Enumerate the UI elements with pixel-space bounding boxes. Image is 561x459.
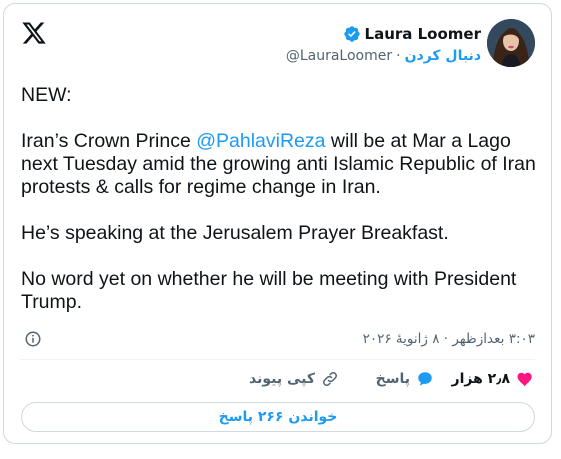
reply-button[interactable]: پاسخ <box>376 370 434 388</box>
like-count: ۲٫۸ هزار <box>451 371 510 387</box>
heart-icon <box>517 372 532 387</box>
copy-link-button[interactable]: کپی پیوند <box>249 370 339 388</box>
divider <box>20 359 535 360</box>
tweet-embed-card: Laura Loomer @LauraLoomer · دنبال کردن N… <box>3 3 552 444</box>
author-display-name[interactable]: Laura Loomer <box>365 25 481 43</box>
tweet-text-segment: Iran’s Crown Prince <box>21 130 197 152</box>
reply-label: پاسخ <box>375 371 410 387</box>
author-name-row: Laura Loomer <box>343 25 481 43</box>
tweet-line-new: NEW: <box>21 84 72 106</box>
copy-link-label: کپی پیوند <box>249 371 315 387</box>
link-icon <box>323 372 337 386</box>
info-icon[interactable] <box>24 330 42 348</box>
tweet-actions: ۲٫۸ هزار پاسخ کپی پیوند <box>4 370 551 394</box>
tweet-paragraph-main: Iran’s Crown Prince @PahlaviReza will be… <box>21 130 541 199</box>
author-handle[interactable]: @LauraLoomer <box>286 48 392 64</box>
avatar[interactable] <box>487 19 535 67</box>
mention-link[interactable]: @PahlaviReza <box>196 130 325 152</box>
handle-separator: · <box>396 48 401 64</box>
like-button[interactable]: ۲٫۸ هزار <box>452 370 534 388</box>
follow-button[interactable]: دنبال کردن <box>405 48 481 64</box>
x-logo-icon[interactable] <box>21 20 47 46</box>
tweet-timestamp[interactable]: ۳:۰۳ بعدازظهر · ۸ ژانویهٔ ۲۰۲۶ <box>363 331 535 347</box>
tweet-paragraph-breakfast: He’s speaking at the Jerusalem Prayer Br… <box>21 222 449 244</box>
tweet-text: NEW: Iran’s Crown Prince @PahlaviReza wi… <box>21 84 541 314</box>
tweet-paragraph-trump: No word yet on whether he will be meetin… <box>21 268 517 313</box>
verified-badge-icon <box>343 26 360 42</box>
author-handle-row: @LauraLoomer · دنبال کردن <box>286 48 481 64</box>
reply-bubble-icon <box>418 372 432 386</box>
read-replies-button[interactable]: خواندن ۲۶۶ پاسخ <box>21 402 535 432</box>
